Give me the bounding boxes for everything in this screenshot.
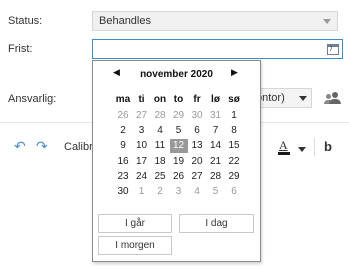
calendar-day[interactable]: 13	[188, 139, 206, 153]
calendar-day[interactable]: 20	[188, 155, 206, 169]
calendar-day[interactable]: 29	[170, 109, 188, 123]
weekday-label: ma	[115, 94, 131, 105]
calendar-day[interactable]: 22	[225, 155, 243, 169]
chevron-down-icon	[299, 96, 307, 101]
calendar-day[interactable]: 23	[114, 170, 132, 184]
date-picker-popup: ◀ november 2020 ▶ ma ti on to fr lø sø 26 27 28 29…	[92, 60, 261, 262]
calendar-day[interactable]: 15	[225, 139, 243, 153]
status-select[interactable]: Behandles	[92, 11, 338, 31]
calendar-day[interactable]: 26	[114, 109, 132, 123]
calendar-day[interactable]: 9	[114, 139, 132, 153]
calendar-day[interactable]: 4	[151, 124, 169, 138]
font-family-select[interactable]: Calibri	[64, 141, 95, 153]
calendar-day[interactable]: 14	[207, 139, 225, 153]
calendar-day[interactable]: 8	[225, 124, 243, 138]
calendar-day-selected[interactable]: 12	[169, 139, 188, 154]
calendar-day[interactable]: 4	[188, 185, 206, 199]
calendar-day[interactable]: 10	[133, 139, 151, 153]
calendar-day[interactable]: 5	[170, 124, 188, 138]
calendar-day[interactable]: 30	[114, 185, 132, 199]
calendar-day[interactable]: 26	[170, 170, 188, 184]
status-label: Status:	[8, 15, 43, 27]
calendar-day[interactable]: 25	[151, 170, 169, 184]
redo-icon[interactable]: ↷	[36, 139, 48, 155]
calendar-day[interactable]: 27	[188, 170, 206, 184]
tomorrow-button[interactable]: I morgen	[98, 236, 172, 255]
calendar-day[interactable]: 21	[207, 155, 225, 169]
calendar-day[interactable]: 3	[170, 185, 188, 199]
calendar-day[interactable]: 6	[225, 185, 243, 199]
calendar-day[interactable]: 2	[114, 124, 132, 138]
calendar-day[interactable]: 27	[133, 109, 151, 123]
status-value: Behandles	[99, 15, 151, 27]
calendar-day[interactable]: 5	[207, 185, 225, 199]
calendar-day[interactable]: 24	[133, 170, 151, 184]
toolbar-separator	[314, 138, 315, 156]
calendar-day[interactable]: 16	[114, 155, 132, 169]
weekday-label: fr	[193, 94, 201, 105]
calendar-day[interactable]: 18	[151, 155, 169, 169]
calendar-day[interactable]: 19	[170, 155, 188, 169]
calendar-day[interactable]: 11	[151, 139, 169, 153]
calendar-day[interactable]: 2	[151, 185, 169, 199]
frist-date-input[interactable]: 7	[92, 39, 343, 59]
calendar-day[interactable]: 30	[188, 109, 206, 123]
today-button[interactable]: I dag	[179, 214, 254, 233]
calendar-day[interactable]: 31	[207, 109, 225, 123]
weekday-label: ti	[138, 94, 145, 105]
calendar-day[interactable]: 6	[188, 124, 206, 138]
calendar-day[interactable]: 1	[133, 185, 151, 199]
font-color-icon: A	[279, 138, 288, 152]
ansvarlig-label: Ansvarlig:	[8, 93, 57, 105]
calendar-day[interactable]: 29	[225, 170, 243, 184]
undo-icon[interactable]: ↶	[14, 139, 26, 155]
people-icon[interactable]	[322, 88, 344, 108]
calendar-header: ◀ november 2020 ▶	[93, 68, 260, 82]
weekday-label: lø	[211, 94, 220, 105]
chevron-down-icon	[323, 19, 331, 24]
calendar-day[interactable]: 1	[225, 109, 243, 123]
calendar-day[interactable]: 28	[207, 170, 225, 184]
yesterday-button[interactable]: I går	[98, 214, 172, 233]
weekday-label: to	[173, 94, 184, 105]
font-color-button[interactable]: A	[276, 138, 292, 156]
calendar-day[interactable]: 28	[151, 109, 169, 123]
calendar-day[interactable]: 7	[207, 124, 225, 138]
calendar-day[interactable]: 17	[133, 155, 151, 169]
calendar-day[interactable]: 3	[133, 124, 151, 138]
bold-button[interactable]: b	[324, 139, 332, 154]
frist-label: Frist:	[8, 43, 33, 55]
weekday-label: on	[153, 94, 167, 105]
calendar-icon[interactable]: 7	[327, 43, 339, 55]
color-swatch	[278, 152, 290, 155]
weekday-label: sø	[228, 94, 240, 105]
chevron-down-icon[interactable]	[298, 147, 306, 152]
next-month-icon[interactable]: ▶	[231, 68, 238, 78]
